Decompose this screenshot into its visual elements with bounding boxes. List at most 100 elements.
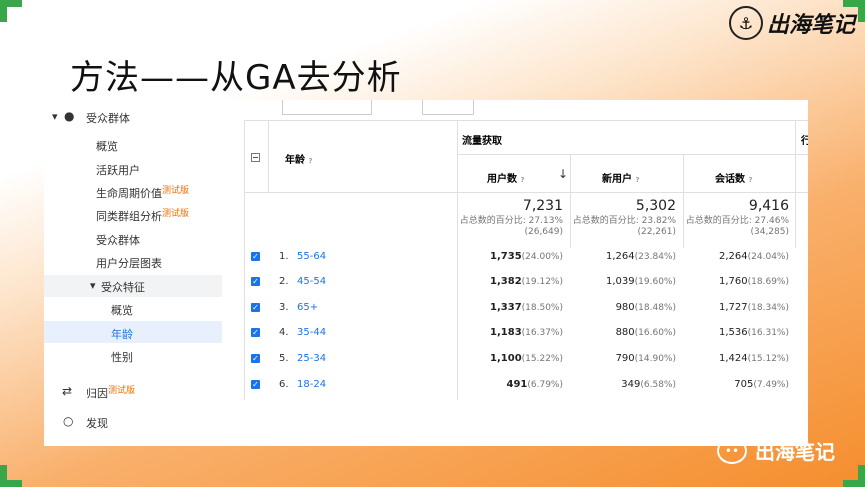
row-checkbox[interactable]: ✓ [251,354,260,363]
sidebar-item-cohort-analysis[interactable]: 同类群组分析测试版 [96,208,189,224]
cell-sessions: 1,536(16.31%) [683,327,789,338]
sidebar-item-active-users[interactable]: 活跃用户 [96,162,140,178]
column-header-age[interactable]: 年龄 ? [285,151,313,166]
cell-percent: (6.58%) [640,380,676,390]
ga-sidebar: ▾ ● 受众群体 概览 活跃用户 生命周期价值测试版 同类群组分析测试版 受众群… [44,100,244,446]
brand-logo: ⚓ 出海笔记 [728,6,855,40]
cell-percent: (6.79%) [527,380,563,390]
beta-badge: 测试版 [108,386,136,396]
sidebar-item-attribution[interactable]: 归因测试版 [86,385,135,401]
column-header-label: 新用户 [602,174,632,185]
sidebar-section-audience[interactable]: 受众群体 [86,110,130,126]
column-header-sessions[interactable]: 会话数 ? [715,170,753,185]
help-icon[interactable]: ? [520,176,524,184]
cell-percent: (19.60%) [634,277,676,287]
cell-users: 1,183(16.37%) [457,327,563,338]
cell-sessions: 1,760(18.69%) [683,276,789,287]
cell-percent: (18.48%) [634,303,676,313]
sidebar-item-overview[interactable]: 概览 [96,138,118,154]
total-users-share: 占总数的百分比: 27.13% [459,216,563,226]
watermark-text: 出海笔记 [755,440,835,464]
beta-badge: 测试版 [162,209,190,219]
cell-users: 491(6.79%) [457,379,564,390]
total-sessions-share: 占总数的百分比: 27.46% [685,216,789,226]
cell-new-users: 1,039(19.60%) [570,276,676,287]
cell-percent: (19.12%) [521,277,563,287]
caret-down-icon[interactable]: ▾ [52,110,58,123]
column-header-new-users[interactable]: 新用户 ? [602,170,640,185]
person-icon: ● [64,109,75,123]
cell-new-users: 880(16.60%) [570,327,676,338]
sidebar-item-discover[interactable]: 发现 [86,415,108,431]
total-sessions: 9,416 [748,198,789,214]
row-label-link[interactable]: 55-64 [297,251,326,262]
sidebar-item-label: 生命周期价值 [96,187,162,200]
sidebar-item-audiences[interactable]: 受众群体 [96,232,140,248]
select-all-checkbox[interactable] [251,153,260,162]
row-checkbox[interactable]: ✓ [251,277,260,286]
cell-users: 1,337(18.50%) [457,302,563,313]
anchor-icon: ⚓ [728,6,763,40]
cell-value: 1,100 [490,353,522,364]
row-label-link[interactable]: 18-24 [297,379,326,390]
cell-value: 349 [621,379,641,390]
group-header-behavior: 行 [801,136,808,147]
table-border [244,120,245,400]
sort-descending-icon[interactable]: ↓ [558,167,568,181]
cell-value: 491 [506,379,528,390]
row-label-link[interactable]: 25-34 [297,353,326,364]
cell-value: 1,183 [490,327,522,338]
help-icon[interactable]: ? [635,176,639,184]
table-border [268,120,269,192]
lightbulb-icon: ○ [63,414,74,428]
corner-mark [843,480,865,487]
row-checkbox[interactable]: ✓ [251,252,260,261]
total-new-users: 5,302 [635,198,676,214]
total-users-all: (26,649) [524,227,563,237]
row-number: 6. [279,379,289,390]
cell-percent: (14.90%) [634,354,676,364]
help-icon[interactable]: ? [748,176,752,184]
sidebar-item-demographics[interactable]: 受众特征 [101,279,145,295]
table-border [457,154,808,155]
cell-sessions: 1,727(18.34%) [683,302,789,313]
row-checkbox[interactable]: ✓ [251,380,260,389]
cell-new-users: 980(18.48%) [570,302,676,313]
toolbar-control[interactable] [422,100,474,115]
sidebar-item-label: 归因 [86,387,108,400]
row-checkbox[interactable]: ✓ [251,328,260,337]
cell-percent: (16.60%) [634,328,676,338]
cell-users: 1,100(15.22%) [457,353,563,364]
column-header-label: 会话数 [715,174,745,185]
slide-title: 方法——从GA去分析 [70,58,402,98]
cell-percent: (7.49%) [753,380,789,390]
cell-value: 1,760 [719,276,748,287]
corner-mark [0,0,22,7]
help-icon[interactable]: ? [308,157,312,165]
total-new-users-share: 占总数的百分比: 23.82% [572,216,676,226]
total-sessions-all: (34,285) [750,227,789,237]
caret-down-icon[interactable]: ▾ [90,279,96,292]
row-label-link[interactable]: 65+ [297,302,318,313]
row-label-link[interactable]: 35-44 [297,327,326,338]
watermark: •• 出海笔记 [717,436,835,465]
cell-percent: (18.34%) [747,303,789,313]
ga-screenshot: ▾ ● 受众群体 概览 活跃用户 生命周期价值测试版 同类群组分析测试版 受众群… [44,100,808,446]
sidebar-item-demo-overview[interactable]: 概览 [111,302,133,318]
sidebar-item-gender[interactable]: 性别 [111,349,133,365]
column-header-users[interactable]: 用户数 ? [487,170,525,185]
row-label-link[interactable]: 45-54 [297,276,326,287]
row-number: 3. [279,302,289,313]
row-checkbox[interactable]: ✓ [251,303,260,312]
corner-mark [0,480,22,487]
cell-sessions: 1,424(15.12%) [683,353,789,364]
cell-users: 1,735(24.00%) [457,251,563,262]
cell-sessions: 705(7.49%) [683,379,789,390]
toolbar-control[interactable] [282,100,372,115]
sidebar-item-user-explorer[interactable]: 用户分层图表 [96,255,162,271]
total-new-users-all: (22,261) [637,227,676,237]
wechat-icon: •• [717,437,747,464]
cell-value: 880 [615,327,635,338]
sidebar-item-lifetime-value[interactable]: 生命周期价值测试版 [96,185,189,201]
sidebar-item-age[interactable]: 年龄 [111,326,133,342]
